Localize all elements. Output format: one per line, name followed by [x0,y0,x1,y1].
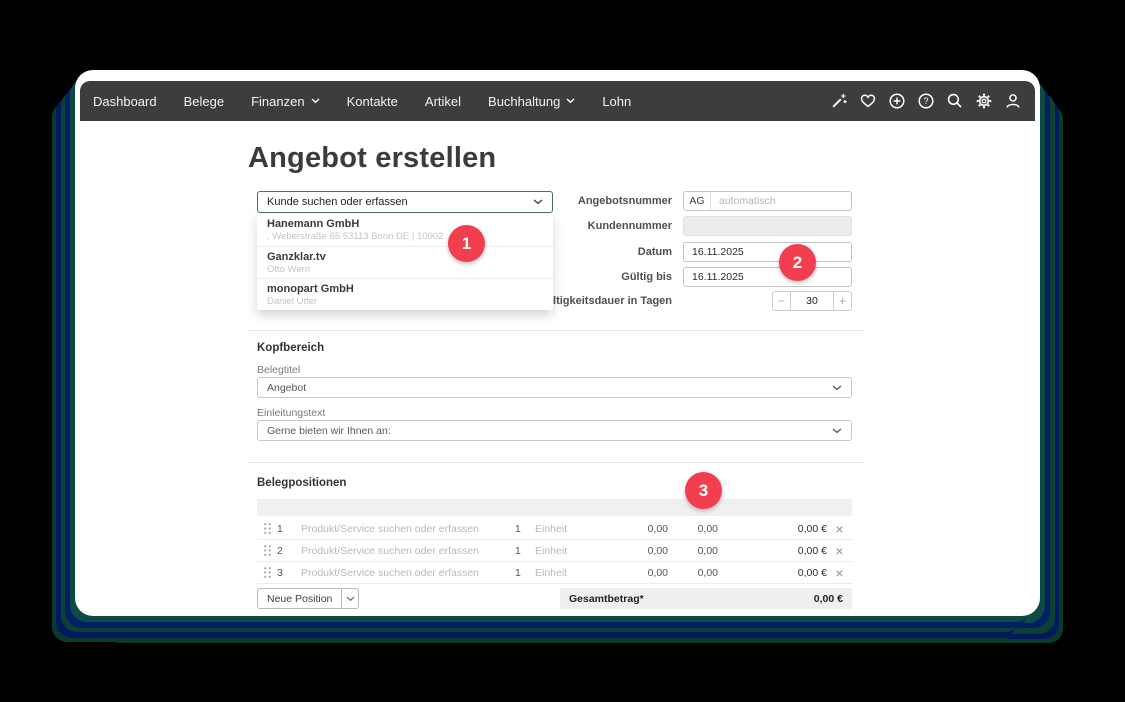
customer-name: Ganzklar.tv [267,251,543,264]
angebotsnummer-placeholder: automatisch [711,192,776,210]
customer-name: monopart GmbH [267,283,543,296]
customer-detail: Daniel Utter [267,296,543,307]
tax-input[interactable]: 0,00 [668,567,718,579]
drag-handle-icon[interactable] [257,522,277,535]
section-divider [248,462,865,463]
quantity-input[interactable]: 1 [515,523,535,535]
gueltigkeitsdauer-stepper: − 30 + [772,291,852,311]
gear-icon[interactable] [975,92,993,110]
chevron-down-icon [533,199,543,205]
help-icon[interactable]: ? [917,92,935,110]
belegpositionen-title: Belegpositionen [257,477,346,489]
datum-field[interactable]: 16.11.2025 [683,242,852,262]
unit-input[interactable]: Einheit [535,567,597,579]
position-row: 3 Produkt/Service suchen oder erfassen 1… [257,562,852,584]
chevron-down-icon [566,98,575,104]
row-total: 0,00 € [718,523,827,535]
belegtitel-label: Belegtitel [257,364,300,376]
position-number: 3 [277,567,301,579]
belegtitel-value: Angebot [267,382,306,394]
product-search-input[interactable]: Produkt/Service suchen oder erfassen [301,545,515,557]
stepper-minus-button[interactable]: − [772,291,791,311]
kopfbereich-title: Kopfbereich [257,342,324,354]
chevron-down-icon [311,98,320,104]
heart-icon[interactable] [859,92,877,110]
price-input[interactable]: 0,00 [597,567,668,579]
angebotsnummer-field[interactable]: AG automatisch [683,191,852,211]
new-position-button[interactable]: Neue Position [257,588,342,609]
position-row: 2 Produkt/Service suchen oder erfassen 1… [257,540,852,562]
navbar-icon-group: ? [830,92,1022,110]
plus-circle-icon[interactable] [888,92,906,110]
price-input[interactable]: 0,00 [597,545,668,557]
customer-name: Hanemann GmbH [267,218,543,231]
nav-buchhaltung[interactable]: Buchhaltung [488,94,575,109]
customer-suggestion-item[interactable]: monopart GmbH Daniel Utter [257,278,553,310]
delete-row-icon[interactable]: × [827,521,852,537]
magic-wand-icon[interactable] [830,92,848,110]
nav-belege[interactable]: Belege [184,94,224,109]
gesamtbetrag-bar: Gesamtbetrag* 0,00 € [560,588,852,609]
product-search-input[interactable]: Produkt/Service suchen oder erfassen [301,523,515,535]
einleitungstext-value: Gerne bieten wir Ihnen an: [267,425,391,437]
customer-suggestion-item[interactable]: Hanemann GmbH , Weberstraße 65 53113 Bon… [257,214,553,246]
unit-input[interactable]: Einheit [535,523,597,535]
new-position-dropdown-button[interactable] [342,588,359,609]
einleitungstext-select[interactable]: Gerne bieten wir Ihnen an: [257,420,852,441]
chevron-down-icon [832,428,842,434]
svg-text:?: ? [923,96,928,106]
customer-detail: Otto Wern [267,264,543,275]
stepper-value[interactable]: 30 [791,291,833,311]
quantity-input[interactable]: 1 [515,545,535,557]
price-input[interactable]: 0,00 [597,523,668,535]
delete-row-icon[interactable]: × [827,543,852,559]
step-badge-3: 3 [685,472,722,509]
customer-suggestion-panel: Hanemann GmbH , Weberstraße 65 53113 Bon… [257,214,553,310]
nav-finanzen[interactable]: Finanzen [251,94,319,109]
stepper-plus-button[interactable]: + [833,291,852,311]
gesamtbetrag-label: Gesamtbetrag* [569,593,644,605]
chevron-down-icon [346,596,355,602]
einleitungstext-label: Einleitungstext [257,407,325,419]
position-number: 2 [277,545,301,557]
nav-artikel[interactable]: Artikel [425,94,461,109]
position-row: 1 Produkt/Service suchen oder erfassen 1… [257,518,852,540]
nav-lohn[interactable]: Lohn [602,94,631,109]
product-search-input[interactable]: Produkt/Service suchen oder erfassen [301,567,515,579]
section-divider [248,330,865,331]
row-total: 0,00 € [718,567,827,579]
chevron-down-icon [832,385,842,391]
delete-row-icon[interactable]: × [827,565,852,581]
gesamtbetrag-value: 0,00 € [814,593,843,605]
tax-input[interactable]: 0,00 [668,523,718,535]
nav-kontakte[interactable]: Kontakte [347,94,398,109]
customer-search-placeholder: Kunde suchen oder erfassen [267,196,408,208]
search-icon[interactable] [946,92,964,110]
nav-dashboard[interactable]: Dashboard [93,94,157,109]
app-window: Dashboard Belege Finanzen Kontakte Artik… [75,70,1040,616]
user-icon[interactable] [1004,92,1022,110]
positions-table: 1 Produkt/Service suchen oder erfassen 1… [257,499,852,584]
gueltig-bis-field[interactable]: 16.11.2025 [683,267,852,287]
page-title: Angebot erstellen [248,142,496,175]
drag-handle-icon[interactable] [257,566,277,579]
step-badge-2: 2 [779,244,816,281]
belegtitel-select[interactable]: Angebot [257,377,852,398]
positions-table-header [257,499,852,516]
position-number: 1 [277,523,301,535]
main-navbar: Dashboard Belege Finanzen Kontakte Artik… [80,81,1035,121]
new-position-split-button: Neue Position [257,588,359,609]
drag-handle-icon[interactable] [257,544,277,557]
customer-detail: , Weberstraße 65 53113 Bonn DE | 10002 [267,231,543,242]
angebotsnummer-prefix: AG [684,192,711,210]
unit-input[interactable]: Einheit [535,545,597,557]
kundennummer-field [683,216,852,236]
tax-input[interactable]: 0,00 [668,545,718,557]
customer-search-select[interactable]: Kunde suchen oder erfassen [257,191,553,213]
desktop-background: Dashboard Belege Finanzen Kontakte Artik… [0,0,1125,702]
row-total: 0,00 € [718,545,827,557]
step-badge-1: 1 [448,225,485,262]
quantity-input[interactable]: 1 [515,567,535,579]
customer-suggestion-item[interactable]: Ganzklar.tv Otto Wern [257,246,553,278]
